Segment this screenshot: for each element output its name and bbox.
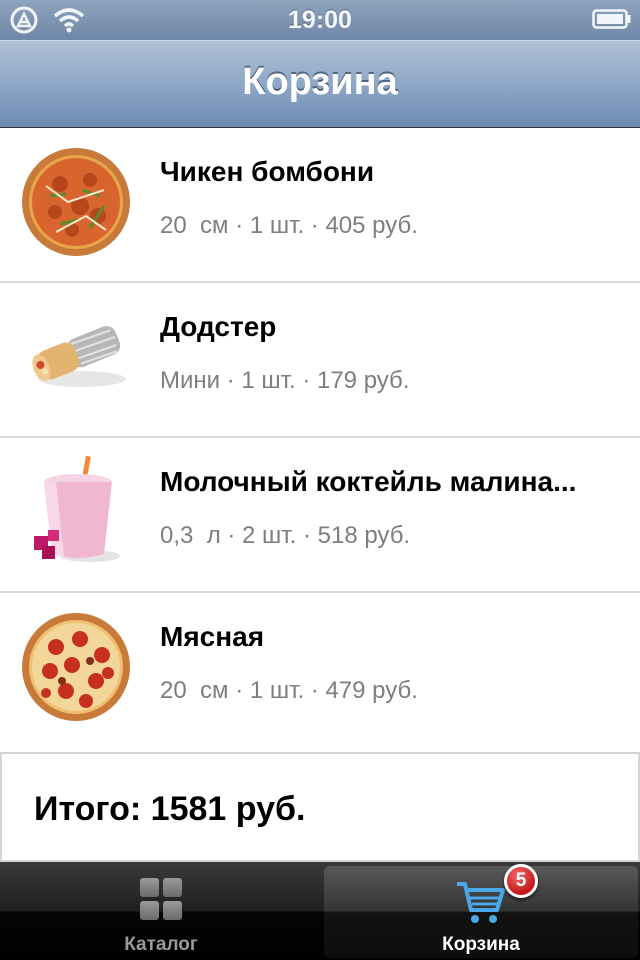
total-label: Итого: 1581 руб.: [34, 790, 306, 828]
tab-bar: Каталог 5 Корзина: [0, 862, 640, 960]
cart-icon: [457, 882, 505, 923]
item-name: Чикен бомбони: [160, 156, 375, 187]
battery-icon: [592, 9, 631, 29]
cart-item[interactable]: Чикен бомбони 20 см · 1 шт. · 405 руб.: [0, 128, 640, 283]
item-details: 20 см · 1 шт. · 405 руб.: [160, 212, 418, 239]
item-name: Молочный коктейль малина...: [160, 466, 577, 497]
item-details: Мини · 1 шт. · 179 руб.: [160, 367, 410, 394]
item-name: Додстер: [160, 311, 277, 342]
tab-label: Каталог: [124, 934, 198, 955]
cart-item[interactable]: Молочный коктейль малина... 0,3 л · 2 шт…: [0, 438, 640, 593]
page-title: Корзина: [242, 61, 398, 103]
item-name: Мясная: [160, 621, 265, 652]
wrap-image: [32, 326, 126, 387]
cart-count-badge: 5: [504, 864, 538, 898]
item-details: 0,3 л · 2 шт. · 518 руб.: [160, 522, 411, 549]
pizza-image: [22, 148, 130, 256]
milkshake-image: [34, 456, 120, 562]
tab-cart[interactable]: 5 Корзина: [324, 864, 638, 958]
status-bar: 19:00: [0, 0, 640, 40]
tab-label: Корзина: [442, 934, 520, 955]
item-details: 20 см · 1 шт. · 479 руб.: [160, 677, 418, 704]
cart-item[interactable]: Додстер Мини · 1 шт. · 179 руб.: [0, 283, 640, 438]
grid-icon: [140, 878, 182, 920]
tab-catalog[interactable]: Каталог: [4, 866, 318, 958]
total-box: Итого: 1581 руб.: [0, 752, 640, 862]
nav-bar: Корзина: [0, 40, 640, 128]
pizza-image: [22, 613, 130, 721]
cart-list: Чикен бомбони 20 см · 1 шт. · 405 руб. Д…: [0, 128, 640, 748]
status-time: 19:00: [288, 6, 352, 34]
cart-item[interactable]: Мясная 20 см · 1 шт. · 479 руб.: [0, 593, 640, 748]
